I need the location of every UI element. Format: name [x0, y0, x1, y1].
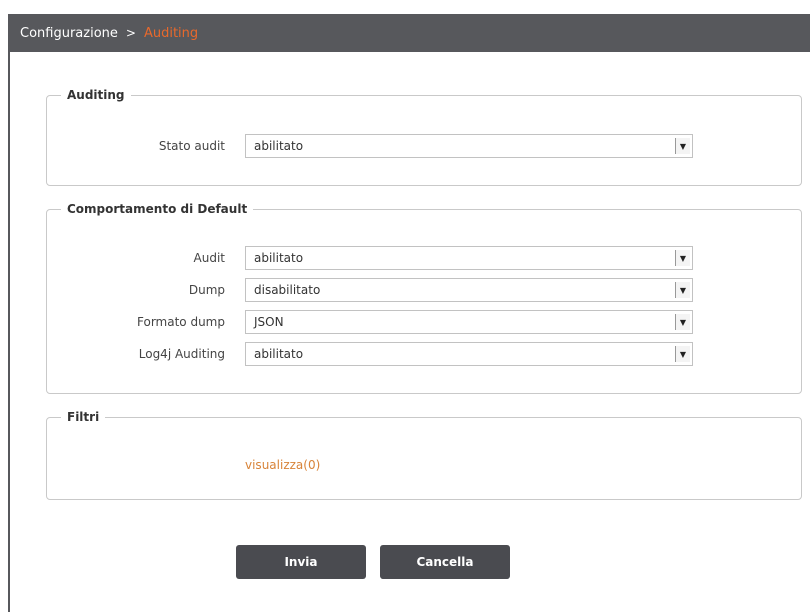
log4j-auditing-label: Log4j Auditing — [138, 347, 225, 361]
chevron-down-icon[interactable]: ▼ — [675, 314, 690, 330]
audit-row: Audit abilitato ▼ — [47, 246, 803, 270]
filters-legend: Filtri — [67, 410, 100, 424]
chevron-down-icon[interactable]: ▼ — [675, 138, 690, 154]
dump-value: disabilitato — [254, 283, 321, 297]
main-content: Auditing Stato audit abilitato ▼ Comport… — [8, 52, 810, 612]
log4j-auditing-value: abilitato — [254, 347, 304, 361]
log4j-auditing-select[interactable]: abilitato ▼ — [245, 342, 693, 366]
auditing-section: Auditing Stato audit abilitato ▼ — [46, 88, 802, 186]
breadcrumb-bar: Configurazione > Auditing — [8, 14, 810, 52]
audit-select[interactable]: abilitato ▼ — [245, 246, 693, 270]
default-behavior-legend: Comportamento di Default — [67, 202, 248, 216]
visualizza-filters-link[interactable]: visualizza(0) — [245, 458, 320, 472]
formato-dump-label: Formato dump — [137, 315, 225, 329]
chevron-down-icon[interactable]: ▼ — [675, 282, 690, 298]
auditing-legend: Auditing — [67, 88, 125, 102]
chevron-down-icon[interactable]: ▼ — [675, 346, 690, 362]
filters-section: Filtri visualizza(0) — [46, 410, 802, 500]
dump-select[interactable]: disabilitato ▼ — [245, 278, 693, 302]
stato-audit-label: Stato audit — [158, 139, 225, 153]
formato-dump-select[interactable]: JSON ▼ — [245, 310, 693, 334]
chevron-right-icon: > — [125, 26, 136, 40]
default-behavior-section: Comportamento di Default Audit abilitato… — [46, 202, 802, 394]
log4j-auditing-row: Log4j Auditing abilitato ▼ — [47, 342, 803, 366]
dump-row: Dump disabilitato ▼ — [47, 278, 803, 302]
formato-dump-value: JSON — [254, 315, 284, 329]
audit-label: Audit — [193, 251, 225, 265]
stato-audit-value: abilitato — [254, 139, 304, 153]
stato-audit-select[interactable]: abilitato ▼ — [245, 134, 693, 158]
stato-audit-row: Stato audit abilitato ▼ — [47, 134, 803, 158]
dump-label: Dump — [188, 283, 225, 297]
breadcrumb-current: Auditing — [143, 25, 199, 41]
cancel-button[interactable]: Cancella — [380, 545, 510, 579]
formato-dump-row: Formato dump JSON ▼ — [47, 310, 803, 334]
submit-button[interactable]: Invia — [236, 545, 366, 579]
breadcrumb-home[interactable]: Configurazione — [20, 26, 118, 41]
chevron-down-icon[interactable]: ▼ — [675, 250, 690, 266]
audit-value: abilitato — [254, 251, 304, 265]
